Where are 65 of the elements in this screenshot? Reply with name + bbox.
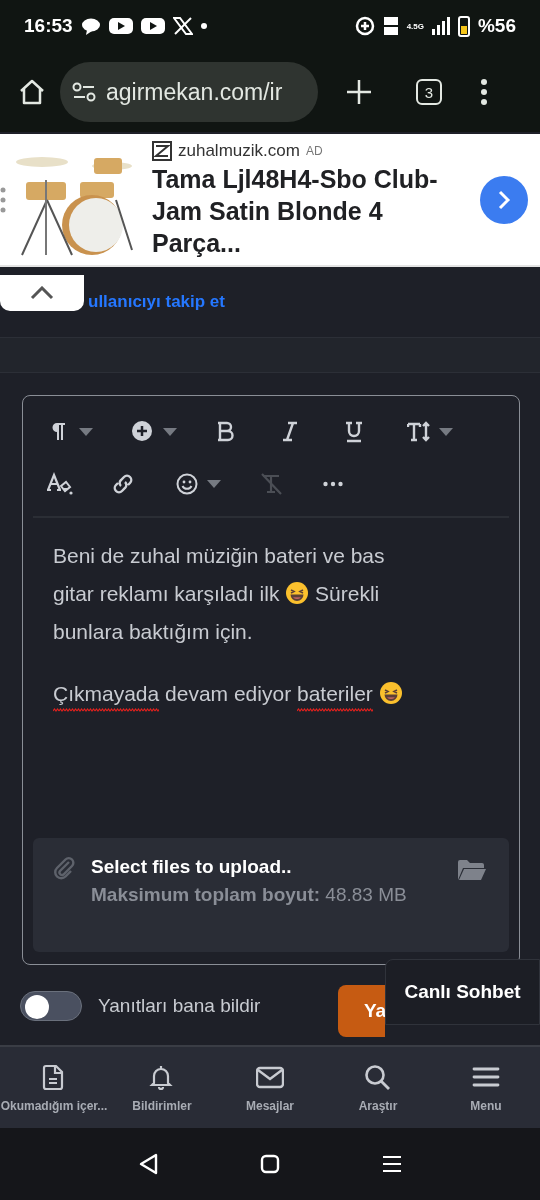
advertiser-logo-icon: [152, 140, 172, 161]
more-vertical-icon: [480, 79, 488, 105]
clear-format-icon: [259, 472, 285, 496]
nav-item[interactable]: Bildirimler: [108, 1047, 216, 1130]
chevron-right-icon: [497, 189, 511, 210]
caret-down-icon: [163, 428, 177, 436]
text-size-icon: [407, 420, 433, 444]
signal-icon: [431, 17, 450, 35]
more-vertical-icon: [0, 186, 6, 213]
ad-open-button[interactable]: [480, 175, 528, 224]
text-color-icon: [47, 472, 73, 496]
network-type: 4.5G: [406, 21, 424, 31]
browse-files-button[interactable]: [457, 858, 487, 882]
more-horizontal-icon: [323, 481, 343, 487]
folder-icon: [457, 858, 487, 882]
post-text: devam ediyor: [165, 681, 292, 707]
paperclip-icon: [53, 856, 75, 880]
ad-label: AD: [305, 143, 323, 158]
tab-count-button[interactable]: 3: [416, 79, 442, 105]
chat-bubble-icon: [80, 17, 101, 35]
battery-icon: [457, 15, 470, 37]
url-text: agirmekan.com/ir: [106, 78, 283, 106]
upload-area[interactable]: Select files to upload.. Maksimum toplam boyut: 48.83 MB: [33, 838, 509, 952]
post-text: Beni de zuhal müziğin bateri ve bas: [53, 543, 385, 569]
grinning-face-icon: [285, 581, 310, 605]
x-icon: [172, 17, 193, 35]
home-icon: [259, 1153, 281, 1175]
home-button[interactable]: [259, 1153, 281, 1175]
chevron-up-icon: [30, 286, 54, 300]
post-text: Sürekli: [315, 581, 380, 607]
search-icon: [364, 1064, 392, 1091]
ad-title[interactable]: Tama Ljl48H4-Sbo Club-Jam Satin Blonde 4 Parça...: [152, 162, 472, 259]
post-text: bunlara baktığım için.: [53, 619, 253, 645]
caret-down-icon: [79, 428, 93, 436]
menu-icon: [381, 1153, 403, 1175]
battery-percent: %56: [477, 15, 516, 37]
mail-icon: [256, 1064, 284, 1091]
recents-button[interactable]: [381, 1153, 403, 1175]
video-play-icon: [108, 17, 133, 35]
caret-down-icon: [439, 428, 453, 436]
caret-down-icon: [207, 480, 221, 488]
video-play-icon: [140, 17, 165, 35]
upload-title: Select files to upload..: [91, 856, 293, 878]
dot-icon: [200, 23, 207, 29]
upload-limit: Maksimum toplam boyut: 48.83 MB: [91, 884, 408, 906]
grinning-face-icon: [378, 681, 403, 705]
collapse-ad-button[interactable]: [0, 275, 84, 311]
notify-label: Yanıtları bana bildir: [98, 995, 261, 1017]
back-button[interactable]: [137, 1153, 159, 1175]
address-bar[interactable]: agirmekan.com/ir: [60, 62, 318, 122]
post-text: gitar reklamı karşıladı ilk: [53, 581, 280, 607]
data-saver-icon: [354, 16, 375, 36]
nav-item[interactable]: Menu: [432, 1047, 540, 1130]
back-icon: [137, 1153, 159, 1175]
ad-domain[interactable]: zuhalmuzik.com: [178, 140, 300, 161]
site-settings-icon: [72, 82, 96, 102]
notify-toggle[interactable]: [20, 991, 82, 1021]
nav-item[interactable]: Okumadığım içer...: [0, 1047, 108, 1130]
follow-link[interactable]: ullanıcıyı takip et: [88, 292, 225, 312]
clock: 16:53: [24, 15, 73, 37]
nav-item[interactable]: Mesajlar: [216, 1047, 324, 1130]
plus-icon: [346, 79, 372, 105]
nav-item[interactable]: Araştır: [324, 1047, 432, 1130]
home-icon: [18, 78, 46, 106]
live-chat-button[interactable]: Canlı Sohbet: [385, 959, 540, 1025]
